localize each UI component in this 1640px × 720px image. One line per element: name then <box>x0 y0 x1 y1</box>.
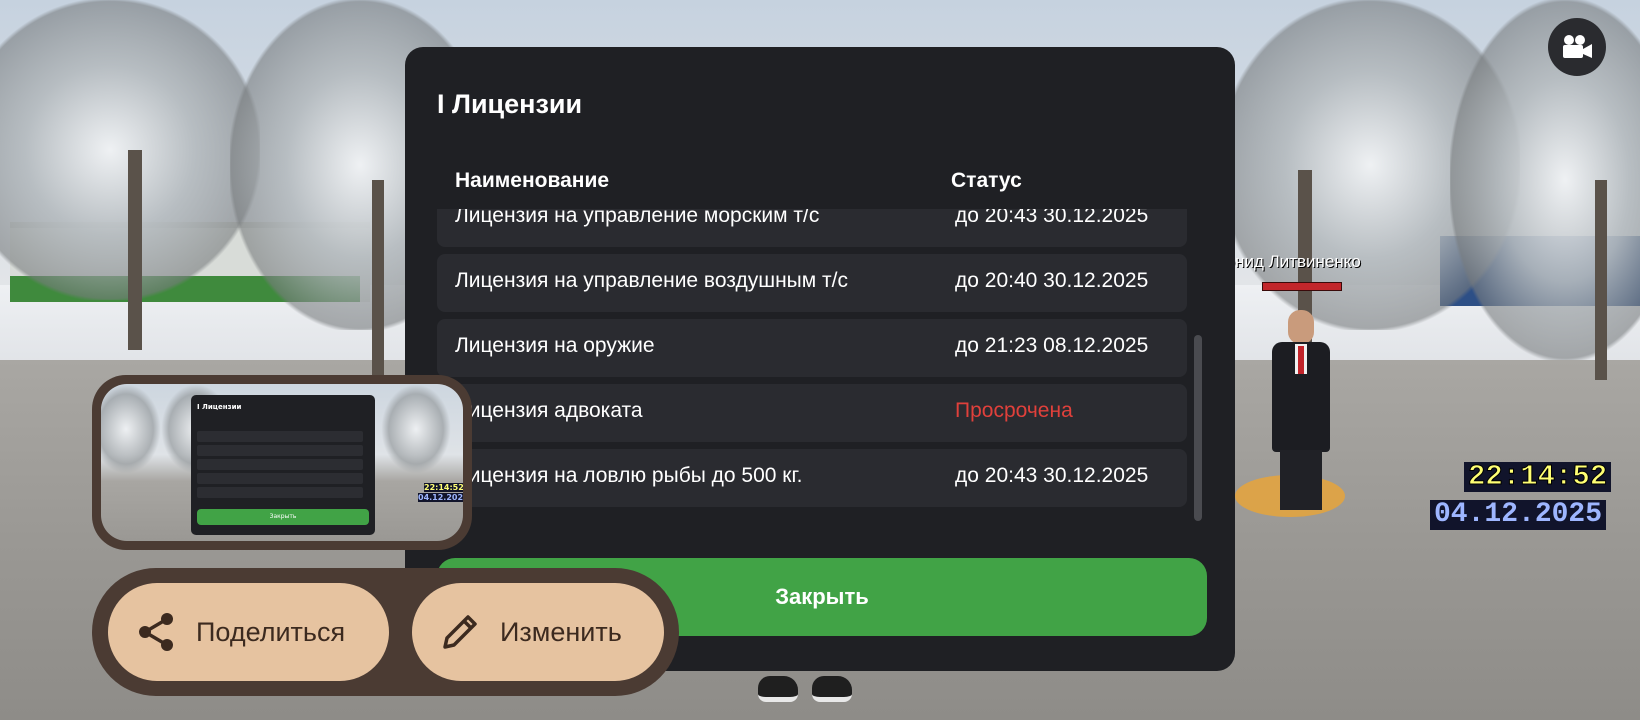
tree <box>1450 0 1640 360</box>
character-shoes <box>758 676 858 706</box>
list-item[interactable]: Лицензия на управление морским т/с до 20… <box>437 209 1187 247</box>
thumbnail-dialog: I Лицензии Закрыть <box>191 395 375 535</box>
share-label: Поделиться <box>196 616 346 647</box>
screenshot-action-bar: Поделиться Изменить <box>92 568 679 696</box>
thumbnail-close: Закрыть <box>197 509 369 525</box>
license-name: Лицензия на оружие <box>455 334 655 357</box>
dialog-title: I Лицензии <box>437 89 583 119</box>
thumbnail-row <box>197 459 363 470</box>
license-name: Лицензия на управление морским т/с <box>455 209 820 227</box>
license-status: до 20:40 30.12.2025 <box>955 269 1149 292</box>
thumbnail-row <box>197 487 363 498</box>
camera-button[interactable] <box>1548 18 1606 76</box>
screenshot-thumbnail[interactable]: I Лицензии Закрыть 22:14:52 04.12.2025 <box>92 375 472 550</box>
license-status: до 21:23 08.12.2025 <box>955 334 1149 357</box>
license-status: до 20:43 30.12.2025 <box>955 209 1149 227</box>
thumbnail-date: 04.12.2025 <box>418 493 463 502</box>
thumbnail-row <box>197 473 363 484</box>
license-name: Лицензия на ловлю рыбы до 500 кг. <box>455 464 803 487</box>
license-name: Лицензия на управление воздушным т/с <box>455 269 848 292</box>
thumbnail-image: I Лицензии Закрыть 22:14:52 04.12.2025 <box>101 384 463 541</box>
tree <box>381 384 451 474</box>
share-button[interactable]: Поделиться <box>108 583 389 681</box>
edit-button[interactable]: Изменить <box>412 583 664 681</box>
list-item[interactable]: Лицензия на оружие до 21:23 08.12.2025 <box>437 319 1187 377</box>
player-health-bar <box>1262 282 1342 291</box>
list-item[interactable]: Лицензия на управление воздушным т/с до … <box>437 254 1187 312</box>
list-item[interactable]: Лицензия адвоката Просрочена <box>437 384 1187 442</box>
pencil-icon <box>443 615 477 649</box>
list-scrollbar[interactable] <box>1194 335 1202 521</box>
thumbnail-row <box>197 431 363 442</box>
video-camera-icon <box>1563 35 1592 58</box>
tree-trunk <box>128 150 142 350</box>
hud-clock: 22:14:52 <box>1464 461 1612 492</box>
thumbnail-clock: 22:14:52 <box>424 483 463 492</box>
list-item[interactable]: Лицензия на ловлю рыбы до 500 кг. до 20:… <box>437 449 1187 507</box>
thumbnail-title: I Лицензии <box>197 403 242 411</box>
license-status: до 20:43 30.12.2025 <box>955 464 1149 487</box>
share-icon <box>139 613 173 651</box>
license-status-expired: Просрочена <box>955 399 1073 422</box>
column-header-name: Наименование <box>455 169 610 192</box>
hud-date: 04.12.2025 <box>1430 500 1607 530</box>
license-name: Лицензия адвоката <box>455 399 643 422</box>
edit-label: Изменить <box>500 616 622 647</box>
column-header-status: Статус <box>951 169 1022 192</box>
thumbnail-close-label: Закрыть <box>269 513 297 520</box>
tree-trunk <box>1595 180 1607 380</box>
license-list[interactable]: Лицензия на управление морским т/с до 20… <box>437 209 1187 569</box>
player-character <box>1258 300 1344 520</box>
thumbnail-row <box>197 445 363 456</box>
tree <box>101 384 161 474</box>
